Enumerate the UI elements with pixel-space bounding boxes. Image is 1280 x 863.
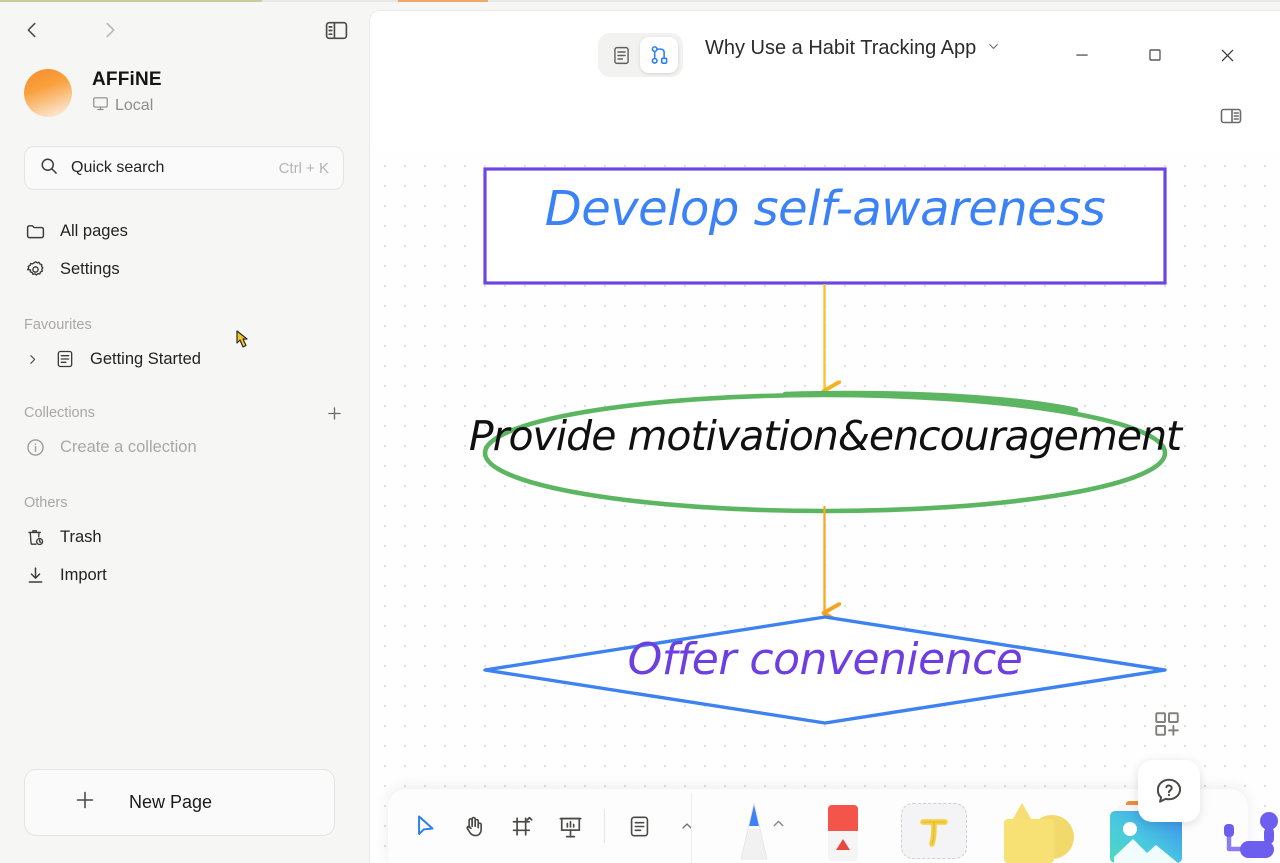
import-download-icon <box>24 564 46 586</box>
pen-tool[interactable] <box>708 789 800 863</box>
gear-icon <box>24 258 46 280</box>
sidebar-item-label: Settings <box>60 259 120 278</box>
document-title[interactable]: Why Use a Habit Tracking App <box>705 11 1001 85</box>
sidebar-item-label: Getting Started <box>90 349 201 368</box>
minimize-button[interactable] <box>1064 37 1100 73</box>
window-edge-top-4 <box>488 0 1280 2</box>
shapes-icon <box>1004 803 1074 863</box>
sidebar-item-create-collection[interactable]: Create a collection <box>14 428 354 466</box>
ellipse-shape <box>482 392 1168 514</box>
eraser-tool[interactable] <box>800 789 886 863</box>
main-window: Why Use a Habit Tracking App Develop sel… <box>370 11 1280 863</box>
tab-page-mode[interactable] <box>602 37 640 73</box>
connector-tool[interactable] <box>1200 789 1280 863</box>
rectangle-shape <box>483 167 1167 285</box>
sidebar-group-collections-row: Collections <box>0 398 368 428</box>
sidebar-nav-bar <box>0 2 368 58</box>
new-page-button[interactable]: New Page <box>24 769 335 836</box>
sidebar-item-import[interactable]: Import <box>14 556 354 594</box>
forward-button[interactable] <box>94 14 126 46</box>
monitor-icon <box>92 95 109 117</box>
title-bar: Why Use a Habit Tracking App <box>370 11 1280 85</box>
new-page-label: New Page <box>129 792 213 812</box>
sub-title-bar <box>370 85 1280 151</box>
quick-search-label: Quick search <box>71 159 165 176</box>
note-tool[interactable] <box>617 804 661 848</box>
text-T-icon <box>920 819 948 847</box>
sidebar-item-getting-started[interactable]: Getting Started <box>14 330 354 378</box>
sidebar-group-others: Others <box>24 495 68 511</box>
info-circle-icon <box>24 436 46 458</box>
document-title-text: Why Use a Habit Tracking App <box>705 36 977 59</box>
tab-edgeless-mode[interactable] <box>640 37 678 73</box>
toolbar-divider <box>604 809 605 843</box>
sidebar-group-favourites: Favourites <box>24 317 92 333</box>
folder-icon <box>24 220 46 242</box>
question-chat-icon <box>1156 778 1182 803</box>
mode-switcher <box>598 33 683 77</box>
chevron-right-icon[interactable] <box>24 353 40 366</box>
select-tool[interactable] <box>404 804 448 848</box>
edgeless-toolbar <box>388 789 1278 863</box>
toolbar-basic-tools <box>388 804 709 848</box>
present-tool[interactable] <box>548 804 592 848</box>
sidebar-group-collections: Collections <box>24 405 95 421</box>
shape-tool[interactable] <box>982 789 1092 863</box>
eraser-icon <box>828 805 858 861</box>
toolbar-section-divider <box>691 793 692 863</box>
add-collection-button[interactable] <box>320 399 348 427</box>
quick-search-shortcut: Ctrl + K <box>278 159 329 177</box>
close-button[interactable] <box>1209 37 1245 73</box>
sidebar-item-label: Import <box>60 565 107 584</box>
plus-icon <box>73 788 97 817</box>
sidebar-item-label: Create a collection <box>60 437 197 456</box>
text-tool[interactable] <box>886 789 982 863</box>
sidebar-item-settings[interactable]: Settings <box>14 250 354 288</box>
sidebar-toggle-icon[interactable] <box>320 14 352 46</box>
chevron-down-icon[interactable] <box>986 37 1001 60</box>
workspace-sync-status: Local <box>115 97 154 114</box>
diamond-shape <box>483 615 1167 725</box>
sidebar-item-all-pages[interactable]: All pages <box>14 212 354 250</box>
help-button[interactable] <box>1138 760 1200 822</box>
quick-search-button[interactable]: Quick search Ctrl + K <box>24 146 344 190</box>
frame-tool[interactable] <box>500 804 544 848</box>
mouse-cursor-pointer-icon <box>235 330 255 354</box>
pen-tool-expander[interactable] <box>770 815 787 832</box>
page-icon <box>54 348 76 370</box>
canvas-shapes-layer <box>482 167 1168 725</box>
sidebar-item-label: All pages <box>60 221 128 240</box>
maximize-button[interactable] <box>1137 37 1173 73</box>
trash-clock-icon <box>24 526 46 548</box>
window-edge-top-3 <box>398 0 488 2</box>
back-button[interactable] <box>16 14 48 46</box>
hand-tool[interactable] <box>452 804 496 848</box>
workspace-name: AFFiNE <box>92 69 162 90</box>
sidebar-item-label: Trash <box>60 527 102 546</box>
right-sidebar-toggle-icon[interactable] <box>1214 99 1248 133</box>
sidebar: AFFiNE Local Quick search Ctrl + K All p… <box>0 2 368 863</box>
workspace-avatar <box>24 69 72 117</box>
edgeless-canvas[interactable]: Develop self-awareness Provide motivatio… <box>370 151 1280 863</box>
connector-icon <box>1224 812 1278 858</box>
add-frame-icon[interactable] <box>1152 709 1188 745</box>
sidebar-item-trash[interactable]: Trash <box>14 518 354 556</box>
search-icon <box>39 156 59 181</box>
workspace-selector[interactable]: AFFiNE Local <box>0 58 368 122</box>
affine-app-window: AFFiNE Local Quick search Ctrl + K All p… <box>0 0 1280 863</box>
note-tool-expander[interactable] <box>665 804 709 848</box>
